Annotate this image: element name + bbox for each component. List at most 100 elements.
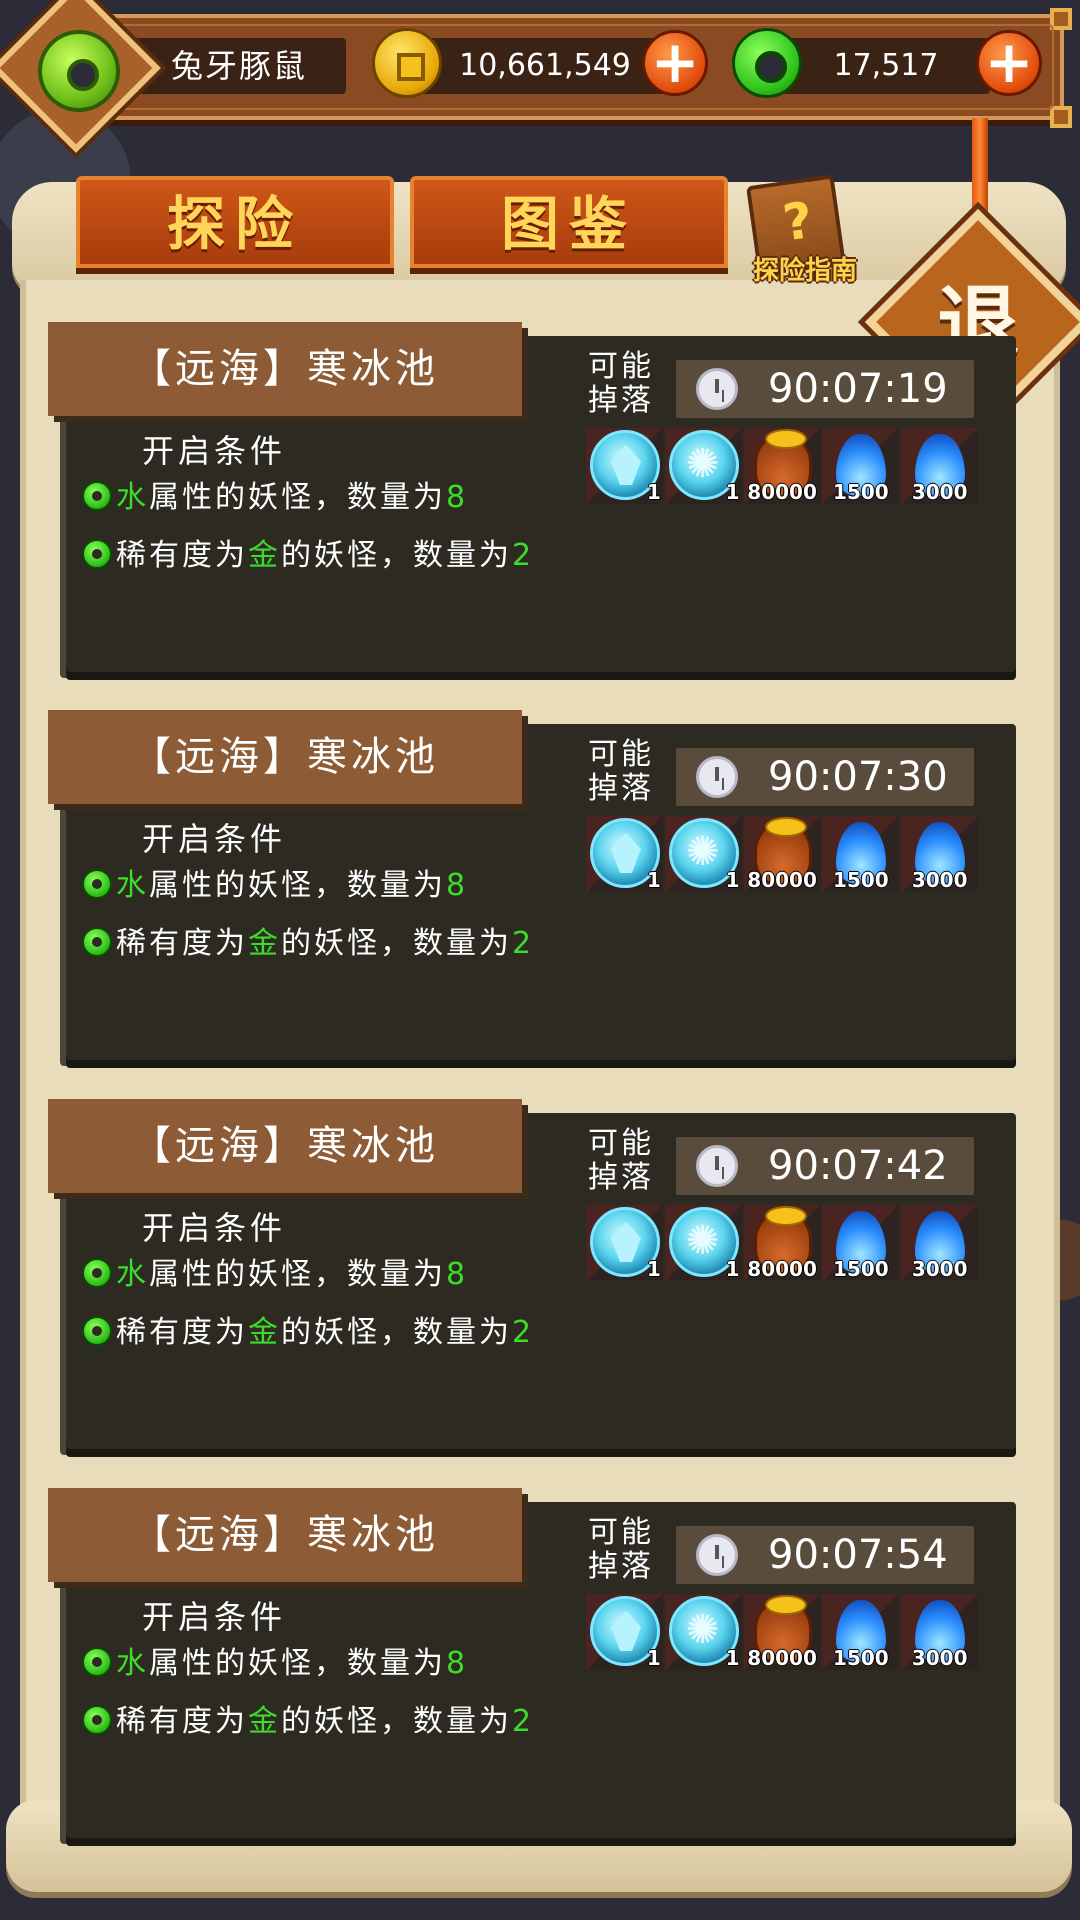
drop-item[interactable]: 1500: [822, 1594, 900, 1670]
condition-text: 属性的妖怪，数量为: [149, 868, 446, 903]
countdown-timer: 90:07:54: [676, 1526, 974, 1584]
gold-coin-icon: [372, 28, 442, 98]
drop-quantity: 1: [646, 480, 661, 504]
drop-item[interactable]: 1: [664, 1594, 742, 1670]
condition-prefix: 稀有度为: [116, 538, 248, 573]
jade-avatar-icon[interactable]: [38, 30, 120, 112]
possible-drops-label: 可能掉落: [588, 1126, 654, 1195]
condition-count: 8: [446, 1646, 469, 1681]
attribute-value: 水: [116, 868, 149, 903]
drop-item[interactable]: 80000: [743, 1594, 821, 1670]
drop-item[interactable]: 1: [664, 816, 742, 892]
drop-item[interactable]: 1: [586, 1594, 663, 1670]
drop-item[interactable]: 3000: [901, 1594, 978, 1670]
guide-button-label[interactable]: 探险指南: [740, 250, 870, 287]
condition-attribute: 水属性的妖怪，数量为8: [82, 866, 468, 906]
rarity-value: 金: [248, 1315, 281, 1350]
rarity-value: 金: [248, 926, 281, 961]
player-name: 兔牙豚鼠: [132, 38, 346, 94]
drop-quantity: 1: [725, 1257, 740, 1281]
timer-value: 90:07:30: [768, 754, 948, 800]
condition-rarity: 稀有度为金的妖怪，数量为2: [82, 924, 534, 964]
jade-bullet-icon: [82, 1647, 112, 1677]
condition-text: 的妖怪，数量为: [281, 926, 512, 961]
tab-codex[interactable]: 图鉴: [410, 176, 728, 268]
condition-count: 8: [446, 480, 469, 515]
drop-quantity: 3000: [911, 1257, 968, 1281]
drop-quantity: 1: [725, 480, 740, 504]
drop-quantity: 1: [646, 1646, 661, 1670]
rarity-value: 金: [248, 1704, 281, 1739]
condition-count: 2: [512, 926, 535, 961]
condition-attribute: 水属性的妖怪，数量为8: [82, 1255, 468, 1295]
expedition-card[interactable]: 【远海】寒冰池 开启条件 水属性的妖怪，数量为8 稀有度为金的妖怪，数量为2 可…: [48, 710, 1022, 1066]
drop-quantity: 1500: [833, 480, 889, 504]
possible-drops-label: 可能掉落: [588, 1515, 654, 1584]
expedition-card[interactable]: 【远海】寒冰池 开启条件 水属性的妖怪，数量为8 稀有度为金的妖怪，数量为2 可…: [48, 322, 1022, 678]
attribute-value: 水: [116, 1646, 149, 1681]
drop-item[interactable]: 3000: [901, 428, 978, 504]
drop-quantity: 1500: [833, 1257, 889, 1281]
question-mark-icon: ?: [779, 190, 817, 253]
jade-bullet-icon: [82, 927, 112, 957]
tab-explore[interactable]: 探险: [76, 176, 394, 268]
drop-item[interactable]: 1: [664, 428, 742, 504]
drop-quantity: 1: [646, 868, 661, 892]
drop-quantity: 80000: [747, 1646, 817, 1670]
drop-quantity: 1500: [833, 1646, 889, 1670]
stopwatch-icon: [696, 368, 738, 410]
drop-quantity: 80000: [747, 1257, 817, 1281]
condition-rarity: 稀有度为金的妖怪，数量为2: [82, 1313, 534, 1353]
drop-item[interactable]: 3000: [901, 1205, 978, 1281]
jade-amount: 17,517: [782, 38, 990, 94]
jade-bullet-icon: [82, 539, 112, 569]
stopwatch-icon: [696, 1534, 738, 1576]
countdown-timer: 90:07:42: [676, 1137, 974, 1195]
condition-prefix: 稀有度为: [116, 1704, 248, 1739]
condition-text: 属性的妖怪，数量为: [149, 480, 446, 515]
conditions-header: 开启条件: [142, 1209, 287, 1247]
drop-item[interactable]: 80000: [743, 1205, 821, 1281]
timer-value: 90:07:19: [768, 366, 948, 412]
jade-bullet-icon: [82, 1316, 112, 1346]
drop-item[interactable]: 1: [586, 1205, 663, 1281]
drop-item[interactable]: 3000: [901, 816, 978, 892]
add-gold-button[interactable]: +: [642, 30, 708, 96]
gold-amount: 10,661,549: [420, 38, 670, 94]
expedition-card[interactable]: 【远海】寒冰池 开启条件 水属性的妖怪，数量为8 稀有度为金的妖怪，数量为2 可…: [48, 1099, 1022, 1455]
drop-item[interactable]: 1: [586, 428, 663, 504]
condition-count: 2: [512, 538, 535, 573]
card-title: 【远海】寒冰池: [48, 710, 522, 804]
attribute-value: 水: [116, 1257, 149, 1292]
drop-item[interactable]: 80000: [743, 428, 821, 504]
condition-text: 属性的妖怪，数量为: [149, 1646, 446, 1681]
jade-bullet-icon: [82, 481, 112, 511]
card-title: 【远海】寒冰池: [48, 1099, 522, 1193]
conditions-header: 开启条件: [142, 1598, 287, 1636]
drop-quantity: 1500: [833, 868, 889, 892]
countdown-timer: 90:07:30: [676, 748, 974, 806]
drop-quantity: 80000: [747, 480, 817, 504]
timer-value: 90:07:54: [768, 1532, 948, 1578]
drop-item[interactable]: 1500: [822, 816, 900, 892]
add-jade-button[interactable]: +: [976, 30, 1042, 96]
drop-quantity: 80000: [747, 868, 817, 892]
drop-item[interactable]: 1: [586, 816, 663, 892]
stopwatch-icon: [696, 1145, 738, 1187]
card-title: 【远海】寒冰池: [48, 1488, 522, 1582]
rarity-value: 金: [248, 538, 281, 573]
drop-item[interactable]: 80000: [743, 816, 821, 892]
drop-item[interactable]: 1500: [822, 428, 900, 504]
drop-list: 1 1 80000 1500 3000: [586, 816, 978, 892]
stopwatch-icon: [696, 756, 738, 798]
drop-item[interactable]: 1500: [822, 1205, 900, 1281]
attribute-value: 水: [116, 480, 149, 515]
jade-bullet-icon: [82, 869, 112, 899]
drop-item[interactable]: 1: [664, 1205, 742, 1281]
condition-text: 的妖怪，数量为: [281, 1704, 512, 1739]
timer-value: 90:07:42: [768, 1143, 948, 1189]
expedition-card[interactable]: 【远海】寒冰池 开启条件 水属性的妖怪，数量为8 稀有度为金的妖怪，数量为2 可…: [48, 1488, 1022, 1844]
drop-list: 1 1 80000 1500 3000: [586, 1205, 978, 1281]
countdown-timer: 90:07:19: [676, 360, 974, 418]
condition-attribute: 水属性的妖怪，数量为8: [82, 1644, 468, 1684]
